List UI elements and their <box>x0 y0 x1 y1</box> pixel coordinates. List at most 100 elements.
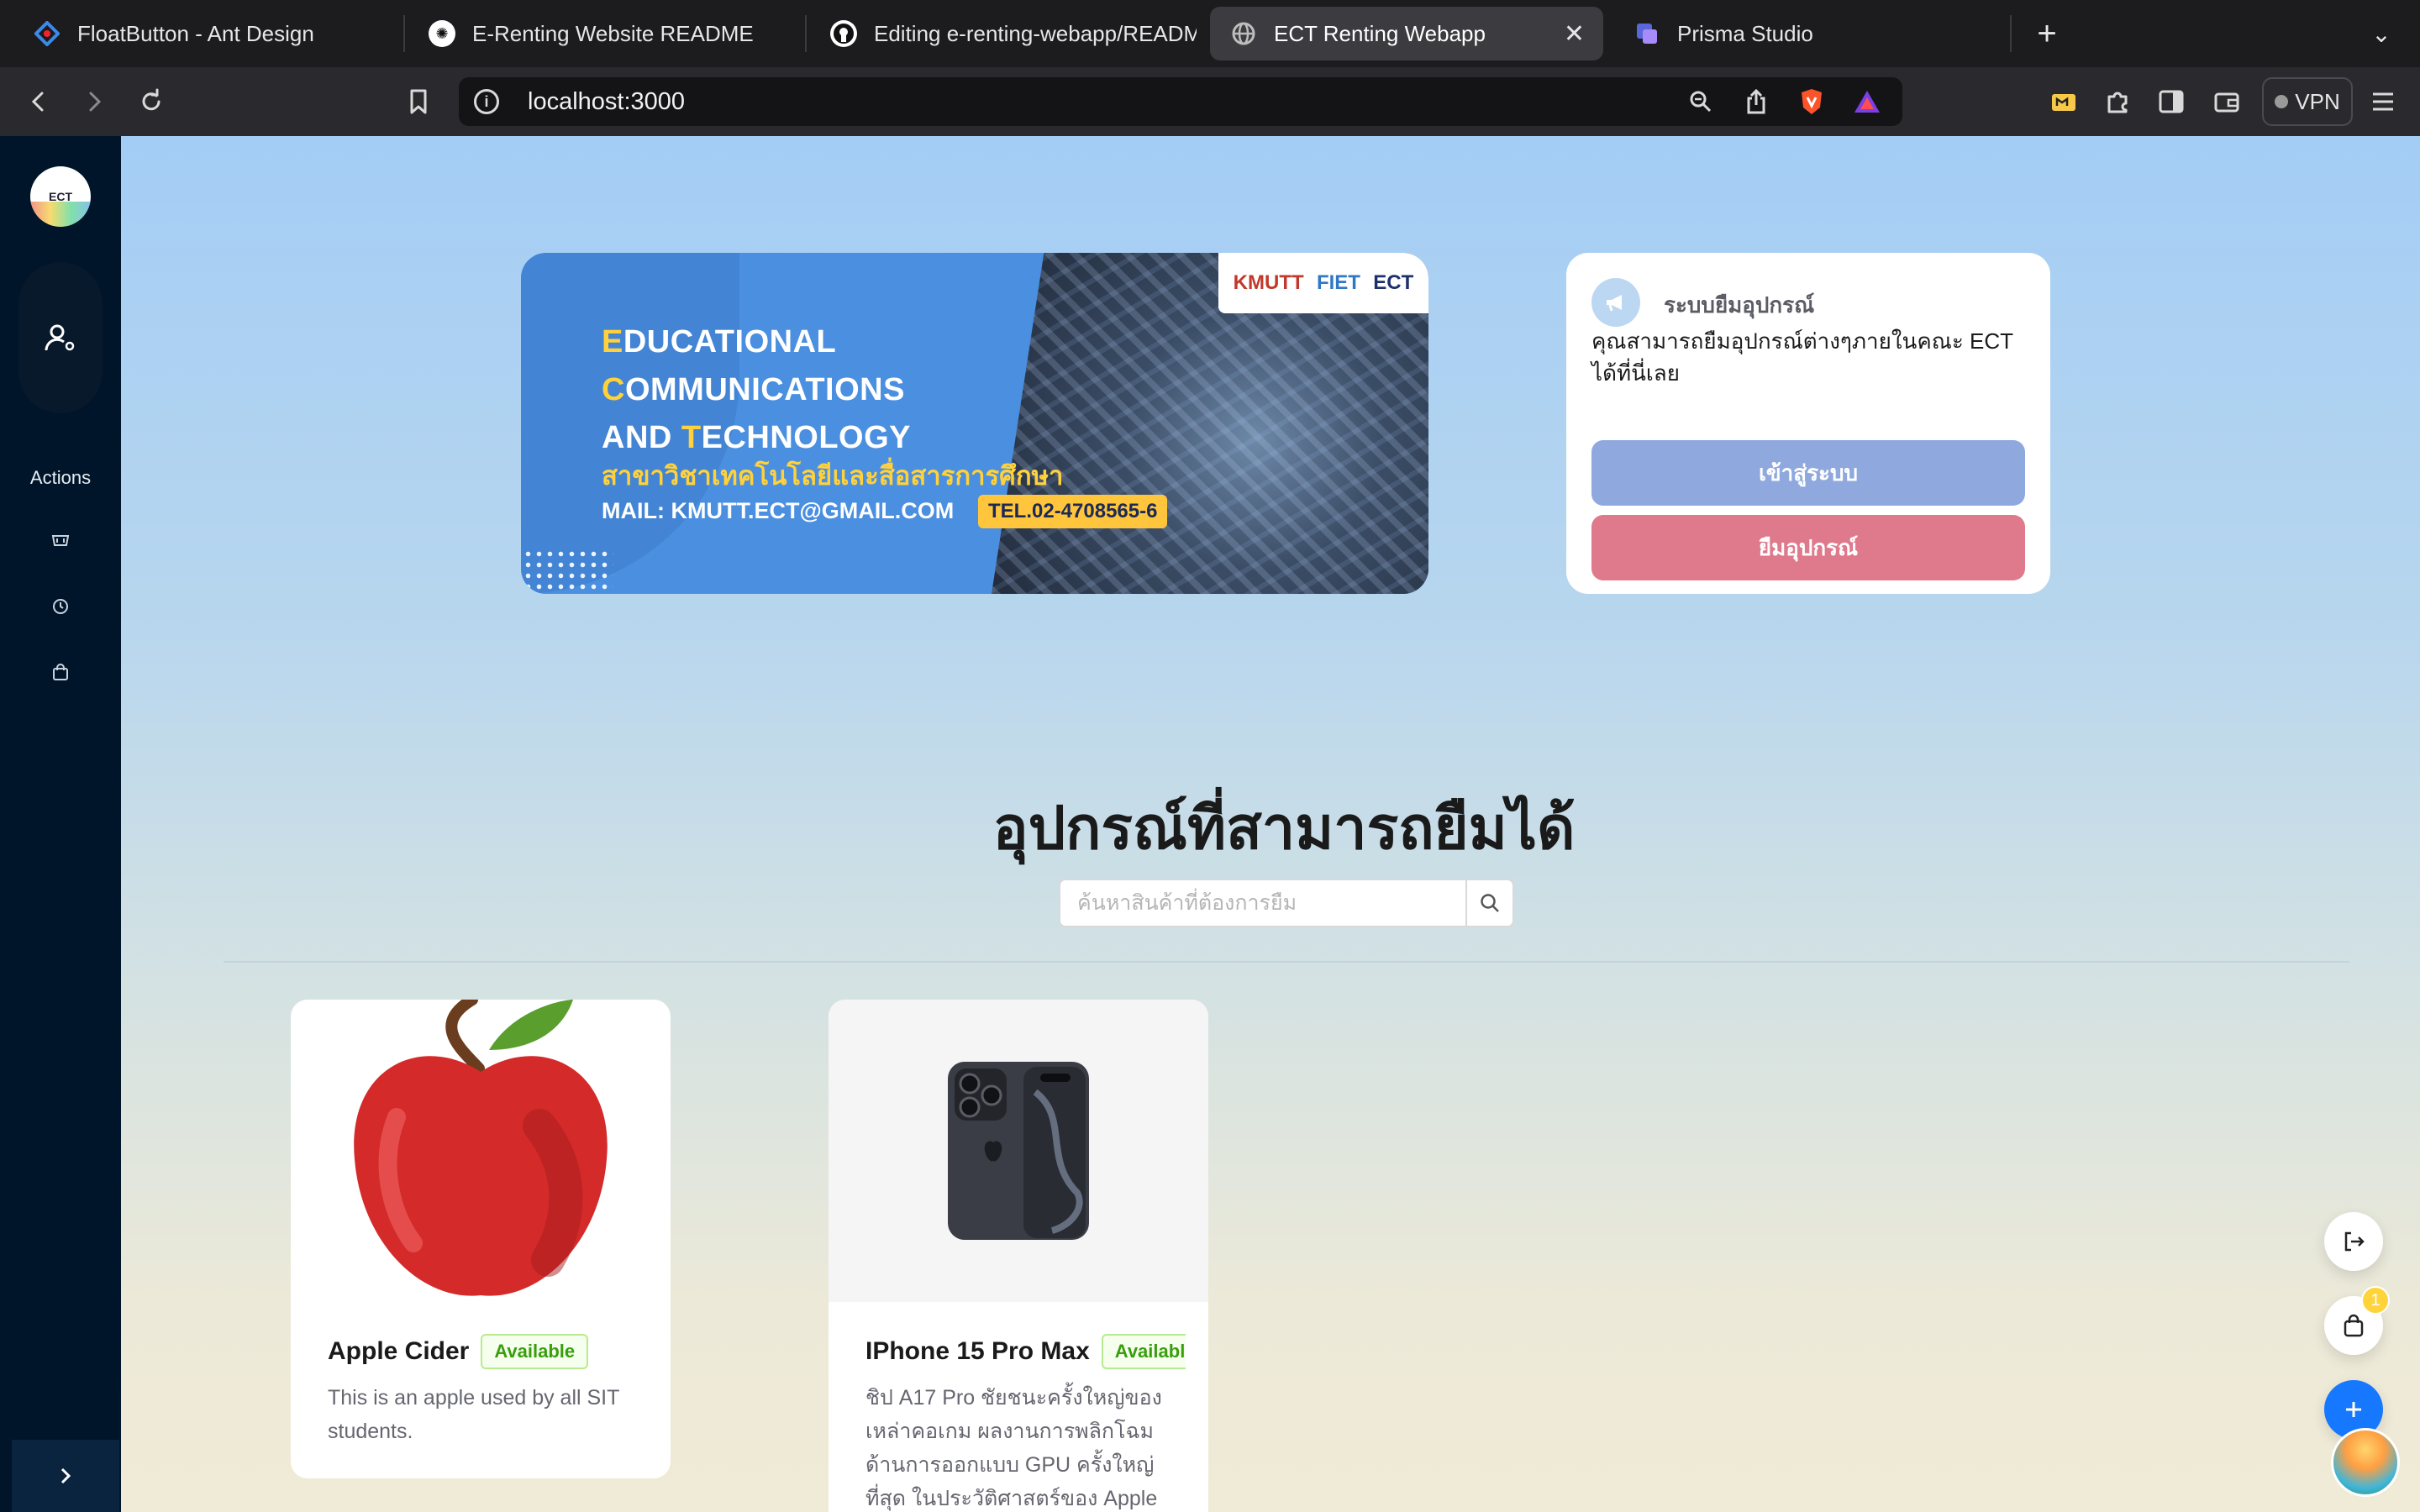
url-text[interactable]: localhost:3000 <box>528 88 685 116</box>
ect-banner-logo: ECT <box>1373 271 1414 294</box>
tab-title: E-Renting Website README <box>472 20 754 46</box>
banner-logos: KMUTT FIET ECT <box>1218 253 1428 313</box>
prisma-icon <box>1634 20 1660 47</box>
browser-tab-floatbutton[interactable]: FloatButton - Ant Design <box>13 7 400 60</box>
banner-tel: TEL.02-4708565-6 <box>978 495 1168 528</box>
banner-mail: MAIL: KMUTT.ECT@GMAIL.COM <box>602 498 955 523</box>
bookmark-button[interactable] <box>395 78 442 125</box>
shopping-bag-icon <box>2344 1314 2364 1337</box>
arrow-left-icon <box>31 92 44 112</box>
globe-icon <box>1230 20 1257 47</box>
brave-shield-icon[interactable] <box>1793 83 1830 120</box>
browser-tab-github[interactable]: Editing e-renting-webapp/README <box>810 7 1197 60</box>
vpn-button[interactable]: VPN <box>2262 77 2353 126</box>
new-tab-button[interactable]: + <box>2025 12 2069 55</box>
product-name: IPhone 15 Pro Max <box>865 1337 1090 1365</box>
browser-tab-readme[interactable]: ✺ E-Renting Website README <box>408 7 803 60</box>
product-description: This is an apple used by all SIT student… <box>328 1386 619 1443</box>
browser-tab-bar: FloatButton - Ant Design ✺ E-Renting Web… <box>0 0 2420 67</box>
cart-count-badge: 1 <box>2361 1286 2390 1315</box>
product-name-row: Apple Cider Available <box>328 1334 589 1369</box>
user-settings-icon <box>45 324 75 351</box>
chevron-right-icon <box>60 1467 71 1484</box>
extension-fire-icon <box>2052 94 2075 111</box>
browser-tab-prisma[interactable]: Prisma Studio <box>1613 7 2000 60</box>
sidebar-toggle-button[interactable] <box>2148 78 2195 125</box>
login-button[interactable]: เข้าสู่ระบบ <box>1591 440 2025 506</box>
rental-info-card: ระบบยืมอุปกรณ์ คุณสามารถยืมอุปกรณ์ต่างๆภ… <box>1566 253 2050 594</box>
extensions-button[interactable] <box>2094 78 2141 125</box>
bookmark-icon <box>410 89 427 114</box>
sidebar-item-shopping-bag[interactable] <box>44 655 77 689</box>
sidebar-item-basket[interactable] <box>44 522 77 556</box>
search-icon <box>1481 894 1499 912</box>
github-icon <box>830 20 857 47</box>
sidebar-item-history[interactable] <box>44 590 77 623</box>
menu-button[interactable] <box>2360 78 2407 125</box>
page-viewport: ECT Actions KMUTT FIET ECT EDUCATIONAL C… <box>0 136 2420 1512</box>
user-menu[interactable] <box>18 262 103 413</box>
product-image-apple <box>291 1000 671 1302</box>
search-input[interactable] <box>1059 879 1465 927</box>
tab-separator <box>403 15 405 52</box>
tab-title: ECT Renting Webapp <box>1274 20 1486 46</box>
page-title: อุปกรณ์ที่สามารถยืมได้ <box>992 795 1576 861</box>
shopping-bag-icon <box>53 664 68 680</box>
info-card-description: คุณสามารถยืมอุปกรณ์ต่างๆภายในคณะ ECT ได้… <box>1591 328 2013 386</box>
hamburger-icon <box>2373 92 2393 111</box>
wallet-button[interactable] <box>2203 78 2250 125</box>
plus-icon <box>2346 1402 2361 1417</box>
back-button[interactable] <box>15 78 62 125</box>
tab-separator <box>805 15 807 52</box>
browser-tab-ect-renting[interactable]: ECT Renting Webapp ✕ <box>1210 7 1603 60</box>
history-icon <box>53 599 68 614</box>
fiet-logo: FIET <box>1316 271 1360 294</box>
basket-icon <box>51 535 70 546</box>
product-card[interactable]: Apple Cider Available This is an apple u… <box>291 1000 671 1478</box>
search-button[interactable] <box>1465 879 1514 927</box>
puzzle-icon <box>2107 92 2128 113</box>
sidebar-icon <box>2159 90 2184 113</box>
info-card-title: ระบบยืมอุปกรณ์ <box>1664 292 1815 318</box>
vpn-status-icon <box>2275 95 2289 108</box>
tab-title: Editing e-renting-webapp/README <box>874 20 1197 46</box>
status-badge: Available <box>1101 1334 1186 1369</box>
tab-separator <box>2010 15 2012 52</box>
logout-icon <box>2344 1231 2365 1252</box>
info-icon[interactable]: i <box>474 89 499 114</box>
close-icon[interactable]: ✕ <box>1564 19 1585 49</box>
share-icon[interactable] <box>1738 83 1775 120</box>
logo-text: ECT <box>49 190 72 203</box>
ect-logo[interactable]: ECT <box>30 166 91 227</box>
zoom-icon[interactable] <box>1682 83 1719 120</box>
arrow-right-icon <box>89 92 102 112</box>
product-card[interactable]: IPhone 15 Pro Max Available ชิป A17 Pro … <box>829 1000 1208 1512</box>
extension-button[interactable] <box>2040 78 2087 125</box>
ect-banner: KMUTT FIET ECT EDUCATIONAL COMMUNICATION… <box>521 253 1428 594</box>
banner-thai-subtitle: สาขาวิชาเทคโนโลยีและสื่อสารการศึกษา <box>602 461 1064 491</box>
address-bar[interactable]: i localhost:3000 <box>459 77 1902 126</box>
reload-button[interactable] <box>128 78 175 125</box>
chatgpt-icon: ✺ <box>429 20 455 47</box>
borrow-button[interactable]: ยืมอุปกรณ์ <box>1591 515 2025 580</box>
product-search <box>1059 879 1514 927</box>
cart-float-button[interactable]: 1 <box>2324 1286 2390 1355</box>
product-name-row: IPhone 15 Pro Max Available <box>865 1334 1186 1369</box>
brave-rewards-icon[interactable] <box>1849 83 1886 120</box>
reload-icon <box>142 88 160 111</box>
ant-design-icon <box>34 20 60 47</box>
browser-toolbar: i localhost:3000 VPN <box>0 67 2420 136</box>
banner-dot-pattern <box>523 549 613 592</box>
actions-label: Actions <box>29 467 92 488</box>
sidebar-collapse-button[interactable] <box>12 1440 119 1512</box>
product-image-iphone <box>829 1000 1208 1302</box>
chevron-down-icon[interactable]: ⌄ <box>2361 13 2402 54</box>
forward-button[interactable] <box>71 78 118 125</box>
banner-title: EDUCATIONAL COMMUNICATIONS AND TECHNOLOG… <box>602 324 912 455</box>
profile-avatar[interactable] <box>2331 1428 2400 1497</box>
section-divider <box>224 961 2349 963</box>
status-badge: Available <box>481 1334 589 1369</box>
address-bar-actions <box>1682 77 1886 126</box>
logout-float-button[interactable] <box>2324 1212 2383 1271</box>
product-description: ชิป A17 Pro ชัยชนะครั้งใหญ่ของเหล่าคอเกม… <box>865 1386 1162 1510</box>
